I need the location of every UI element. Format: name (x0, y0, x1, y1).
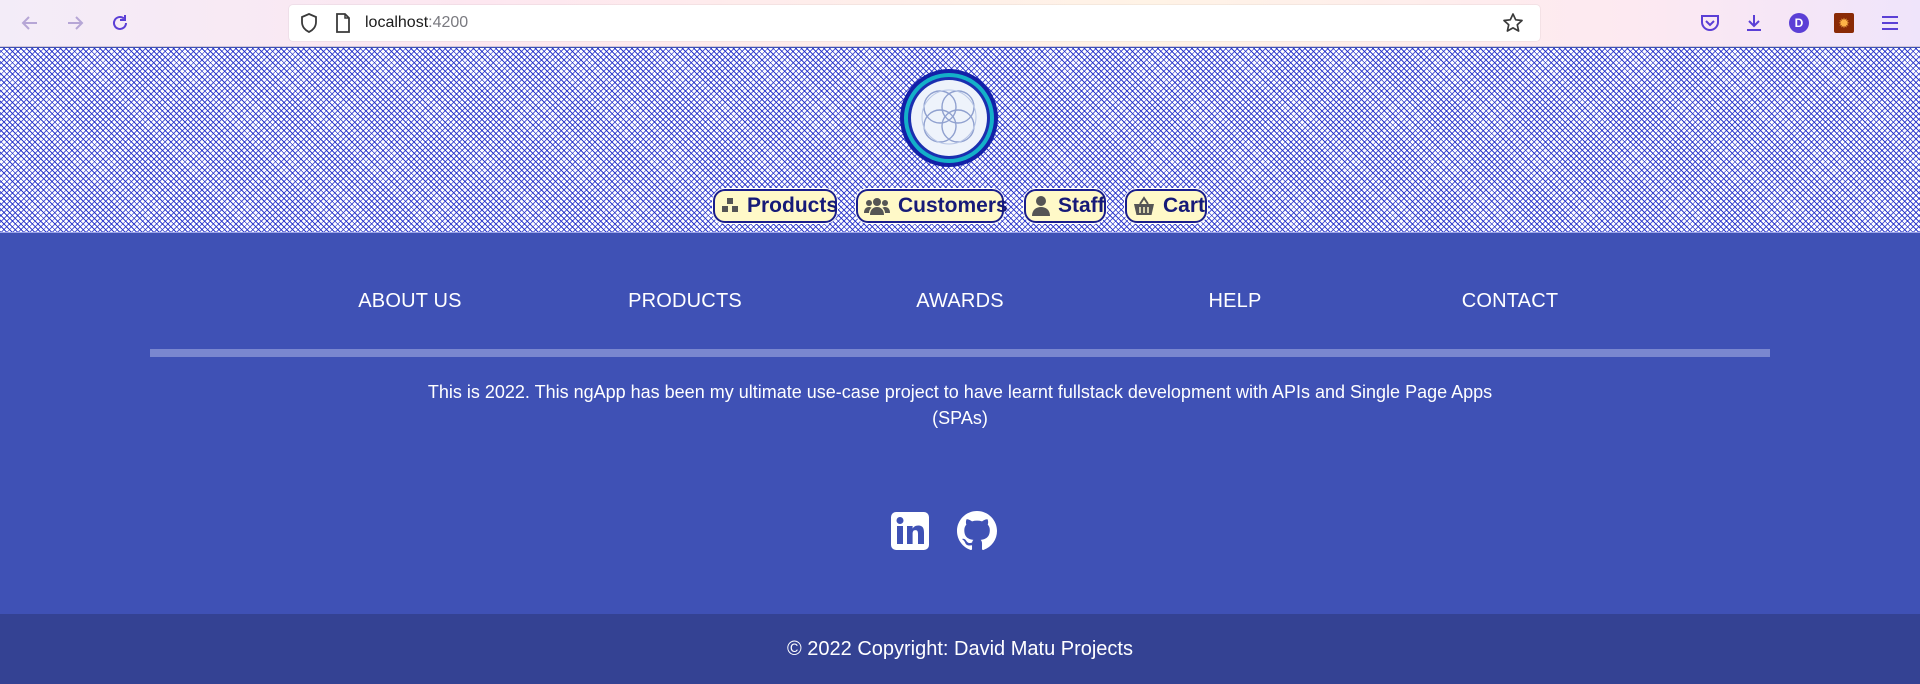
nav-staff-label: Staff (1058, 194, 1105, 217)
url-text[interactable]: localhost:4200 (365, 14, 468, 32)
download-icon[interactable] (1741, 10, 1767, 36)
back-arrow-icon (21, 16, 37, 30)
nav-staff-button[interactable]: Staff (1024, 189, 1106, 223)
browser-toolbar: localhost:4200 D ✹ (0, 0, 1920, 47)
shield-icon[interactable] (297, 11, 321, 35)
github-icon[interactable] (957, 511, 997, 551)
nav-cart-button[interactable]: Cart (1125, 189, 1207, 223)
pocket-icon[interactable] (1697, 10, 1723, 36)
profile-avatar[interactable]: D (1786, 10, 1812, 36)
page-icon (331, 11, 355, 35)
hamburger-menu-icon[interactable] (1877, 10, 1903, 36)
forward-arrow-icon (68, 16, 84, 30)
customers-icon (864, 195, 890, 217)
products-icon (721, 195, 739, 217)
footer-blurb: This is 2022. This ngApp has been my ult… (420, 379, 1500, 431)
nav-customers-label: Customers (898, 194, 1008, 217)
footer-divider (150, 349, 1770, 357)
back-button[interactable] (15, 8, 45, 38)
cart-icon (1133, 195, 1155, 217)
footer-blurb-line-1: This is 2022. This ngApp has been my ult… (427, 382, 1493, 402)
site-logo[interactable] (899, 68, 999, 168)
copyright-text: © 2022 Copyright: David Matu Projects (786, 638, 1133, 660)
nav-products-label: Products (747, 194, 839, 217)
reload-button[interactable] (105, 8, 135, 38)
staff-icon (1032, 195, 1050, 217)
nav-cart-label: Cart (1163, 194, 1206, 217)
star-icon[interactable] (1501, 11, 1525, 35)
footer-link-help[interactable]: HELP (1115, 290, 1355, 313)
nav-customers-button[interactable]: Customers (856, 189, 1008, 223)
nav-products-button[interactable]: Products (713, 189, 839, 223)
footer-link-contact[interactable]: CONTACT (1390, 290, 1630, 313)
footer-link-products[interactable]: PRODUCTS (565, 290, 805, 313)
copyright-bar: © 2022 Copyright: David Matu Projects (0, 614, 1920, 684)
footer-nav: ABOUT US PRODUCTS AWARDS HELP CONTACT (0, 290, 1920, 320)
extension-icon[interactable]: ✹ (1831, 10, 1857, 36)
forward-button[interactable] (60, 8, 90, 38)
address-bar[interactable]: localhost:4200 (289, 5, 1540, 41)
footer-blurb-line-2: (SPAs) (932, 408, 988, 428)
linkedin-icon[interactable] (890, 511, 930, 551)
footer-link-about-us[interactable]: ABOUT US (290, 290, 530, 313)
footer-link-awards[interactable]: AWARDS (840, 290, 1080, 313)
reload-icon (113, 15, 127, 30)
